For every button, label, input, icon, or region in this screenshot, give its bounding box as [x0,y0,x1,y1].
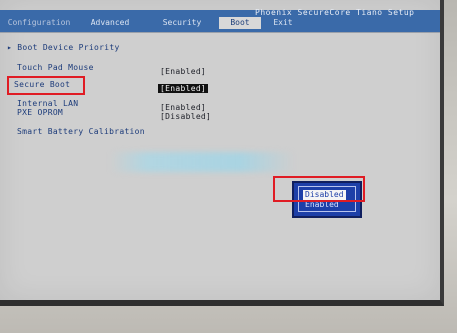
popup-highlight [273,176,365,202]
internal-lan-label[interactable]: Internal LAN [17,99,78,108]
header-divider [0,32,440,33]
screen-glare [110,152,295,172]
tab-advanced[interactable]: Advanced [76,17,144,29]
tab-bar: Configuration Advanced Security Boot Exi… [0,17,440,30]
internal-lan-value[interactable]: [Enabled] [160,103,206,112]
tab-configuration[interactable]: Configuration [0,17,78,29]
bios-screen: Phoenix SecureCore Tiano Setup Configura… [0,0,444,306]
touch-pad-mouse-label[interactable]: Touch Pad Mouse [17,63,94,72]
tab-exit[interactable]: Exit [264,17,302,29]
smart-battery-calibration-label[interactable]: Smart Battery Calibration [17,127,145,136]
pxe-oprom-label[interactable]: PXE OPROM [17,108,63,117]
tab-security[interactable]: Security [148,17,216,29]
touch-pad-mouse-value[interactable]: [Enabled] [160,67,206,76]
secure-boot-value[interactable]: [Enabled] [158,84,209,93]
bios-brand: Phoenix SecureCore Tiano Setup [255,8,415,17]
boot-device-priority-menu[interactable]: ▸ Boot Device Priority [7,43,120,52]
photo-frame: Phoenix SecureCore Tiano Setup Configura… [0,0,457,333]
tab-boot[interactable]: Boot [219,17,261,29]
secure-boot-highlight [7,76,85,95]
pxe-oprom-value[interactable]: [Disabled] [160,112,211,121]
